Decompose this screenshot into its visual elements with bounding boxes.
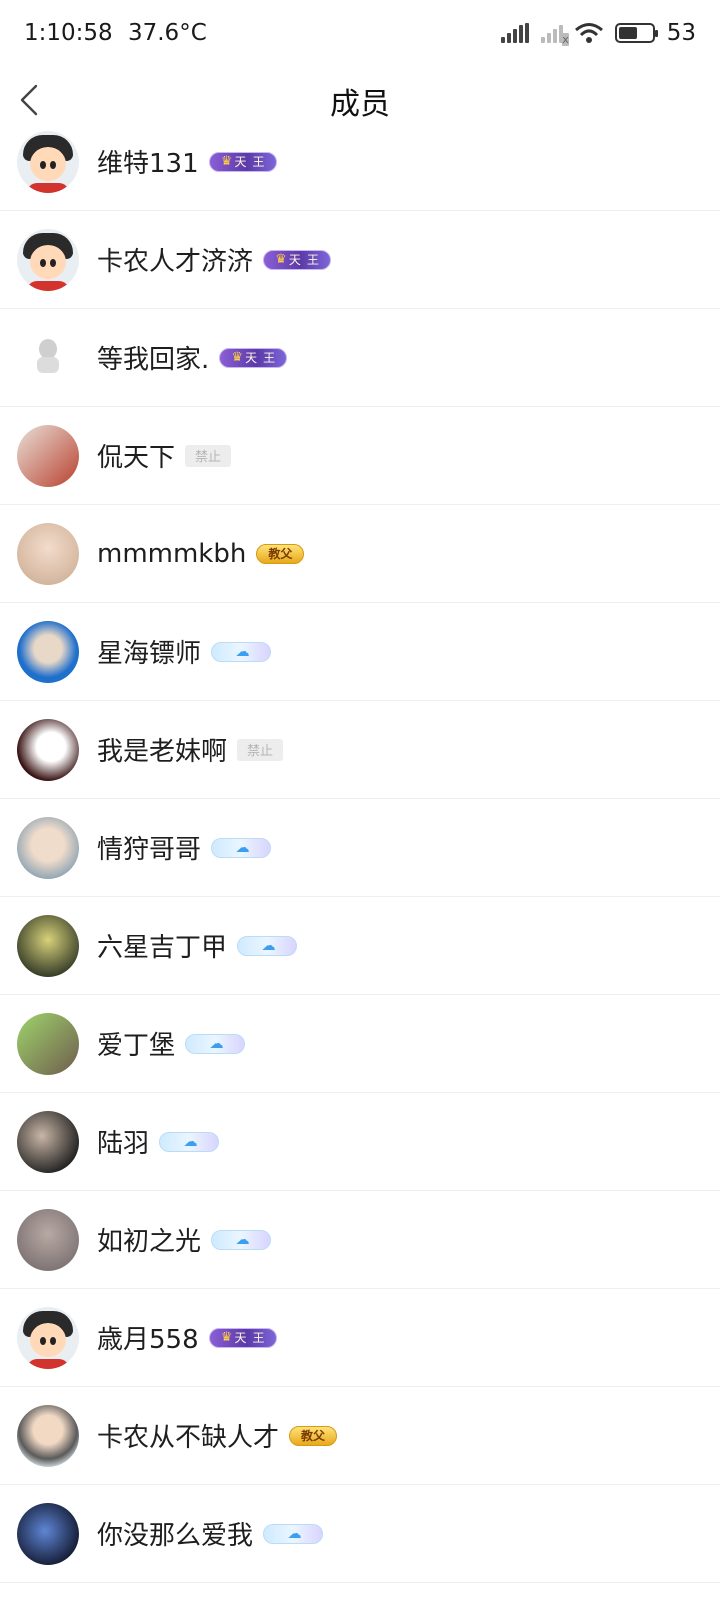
avatar[interactable] [17, 522, 79, 585]
rank-badge: 禁止 [185, 444, 232, 467]
member-row[interactable]: 爱丁堡 [0, 995, 720, 1093]
member-name: mmmmkbh [97, 538, 247, 569]
member-name: 歳月558 [97, 1325, 199, 1355]
member-row[interactable]: 星海镖师 [0, 603, 720, 701]
avatar[interactable] [17, 1502, 79, 1565]
member-name: 爱丁堡 [97, 1031, 176, 1061]
member-row[interactable]: 维特131 天王 [0, 113, 720, 211]
rank-badge: 天王 [208, 151, 277, 172]
member-list[interactable]: 维特131天王卡农人才济济天王等我回家.天王侃天下禁止mmmmkbh教父星海镖师… [0, 113, 720, 1583]
member-name: 六星吉丁甲 [97, 933, 228, 963]
member-row[interactable]: 歳月558 天王 [0, 1289, 720, 1387]
signal-icon [500, 23, 529, 43]
rank-badge: 禁止 [237, 738, 284, 761]
member-name: 如初之光 [97, 1227, 202, 1257]
member-row[interactable]: 你没那么爱我 [0, 1485, 720, 1583]
member-row[interactable]: 如初之光 [0, 1191, 720, 1289]
status-left: 1:10:58 37.6°C [24, 20, 207, 46]
member-row[interactable]: 等我回家. 天王 [0, 309, 720, 407]
rank-badge [263, 1523, 324, 1544]
rank-badge [211, 837, 272, 858]
avatar[interactable] [17, 1306, 79, 1369]
avatar[interactable] [17, 816, 79, 879]
rank-badge [185, 1033, 246, 1054]
avatar[interactable] [17, 326, 79, 389]
status-bar: 1:10:58 37.6°C x 53 [0, 0, 720, 66]
avatar[interactable] [17, 1012, 79, 1075]
rank-badge [211, 641, 272, 662]
status-icons: x 53 [500, 20, 696, 46]
member-name: 侃天下 [97, 443, 176, 473]
avatar[interactable] [17, 424, 79, 487]
rank-badge [159, 1131, 220, 1152]
rank-badge: 天王 [219, 347, 288, 368]
rank-badge: 天王 [208, 1327, 277, 1348]
avatar[interactable] [17, 914, 79, 977]
avatar[interactable] [17, 1208, 79, 1271]
avatar[interactable] [17, 228, 79, 291]
wifi-icon [574, 23, 603, 43]
battery-icon [614, 23, 658, 43]
rank-badge: 教父 [289, 1425, 338, 1446]
member-name: 陆羽 [97, 1129, 150, 1159]
signal-no-service-icon: x [540, 23, 569, 46]
status-time: 1:10:58 [24, 20, 113, 46]
avatar[interactable] [17, 620, 79, 683]
rank-badge: 教父 [256, 543, 305, 564]
avatar[interactable] [17, 718, 79, 781]
member-name: 你没那么爱我 [97, 1521, 254, 1551]
rank-badge [237, 935, 298, 956]
member-name: 我是老妹啊 [97, 737, 228, 767]
member-row[interactable]: 六星吉丁甲 [0, 897, 720, 995]
member-row[interactable]: 情狩哥哥 [0, 799, 720, 897]
member-name: 情狩哥哥 [97, 835, 202, 865]
member-row[interactable]: 卡农人才济济天王 [0, 211, 720, 309]
member-row[interactable]: mmmmkbh 教父 [0, 505, 720, 603]
rank-badge: 天王 [263, 249, 332, 270]
member-name: 维特131 [97, 149, 199, 179]
avatar[interactable] [17, 1404, 79, 1467]
member-name: 卡农人才济济 [97, 247, 254, 277]
member-row[interactable]: 陆羽 [0, 1093, 720, 1191]
status-temperature: 37.6°C [127, 20, 207, 46]
member-row[interactable]: 我是老妹啊 禁止 [0, 701, 720, 799]
member-name: 卡农从不缺人才 [97, 1423, 280, 1453]
rank-badge [211, 1229, 272, 1250]
avatar[interactable] [17, 1110, 79, 1173]
member-name: 星海镖师 [97, 639, 202, 669]
avatar[interactable] [17, 130, 79, 193]
member-name: 等我回家. [97, 345, 210, 375]
member-row[interactable]: 卡农从不缺人才 教父 [0, 1387, 720, 1485]
member-row[interactable]: 侃天下 禁止 [0, 407, 720, 505]
battery-level: 53 [666, 20, 696, 46]
